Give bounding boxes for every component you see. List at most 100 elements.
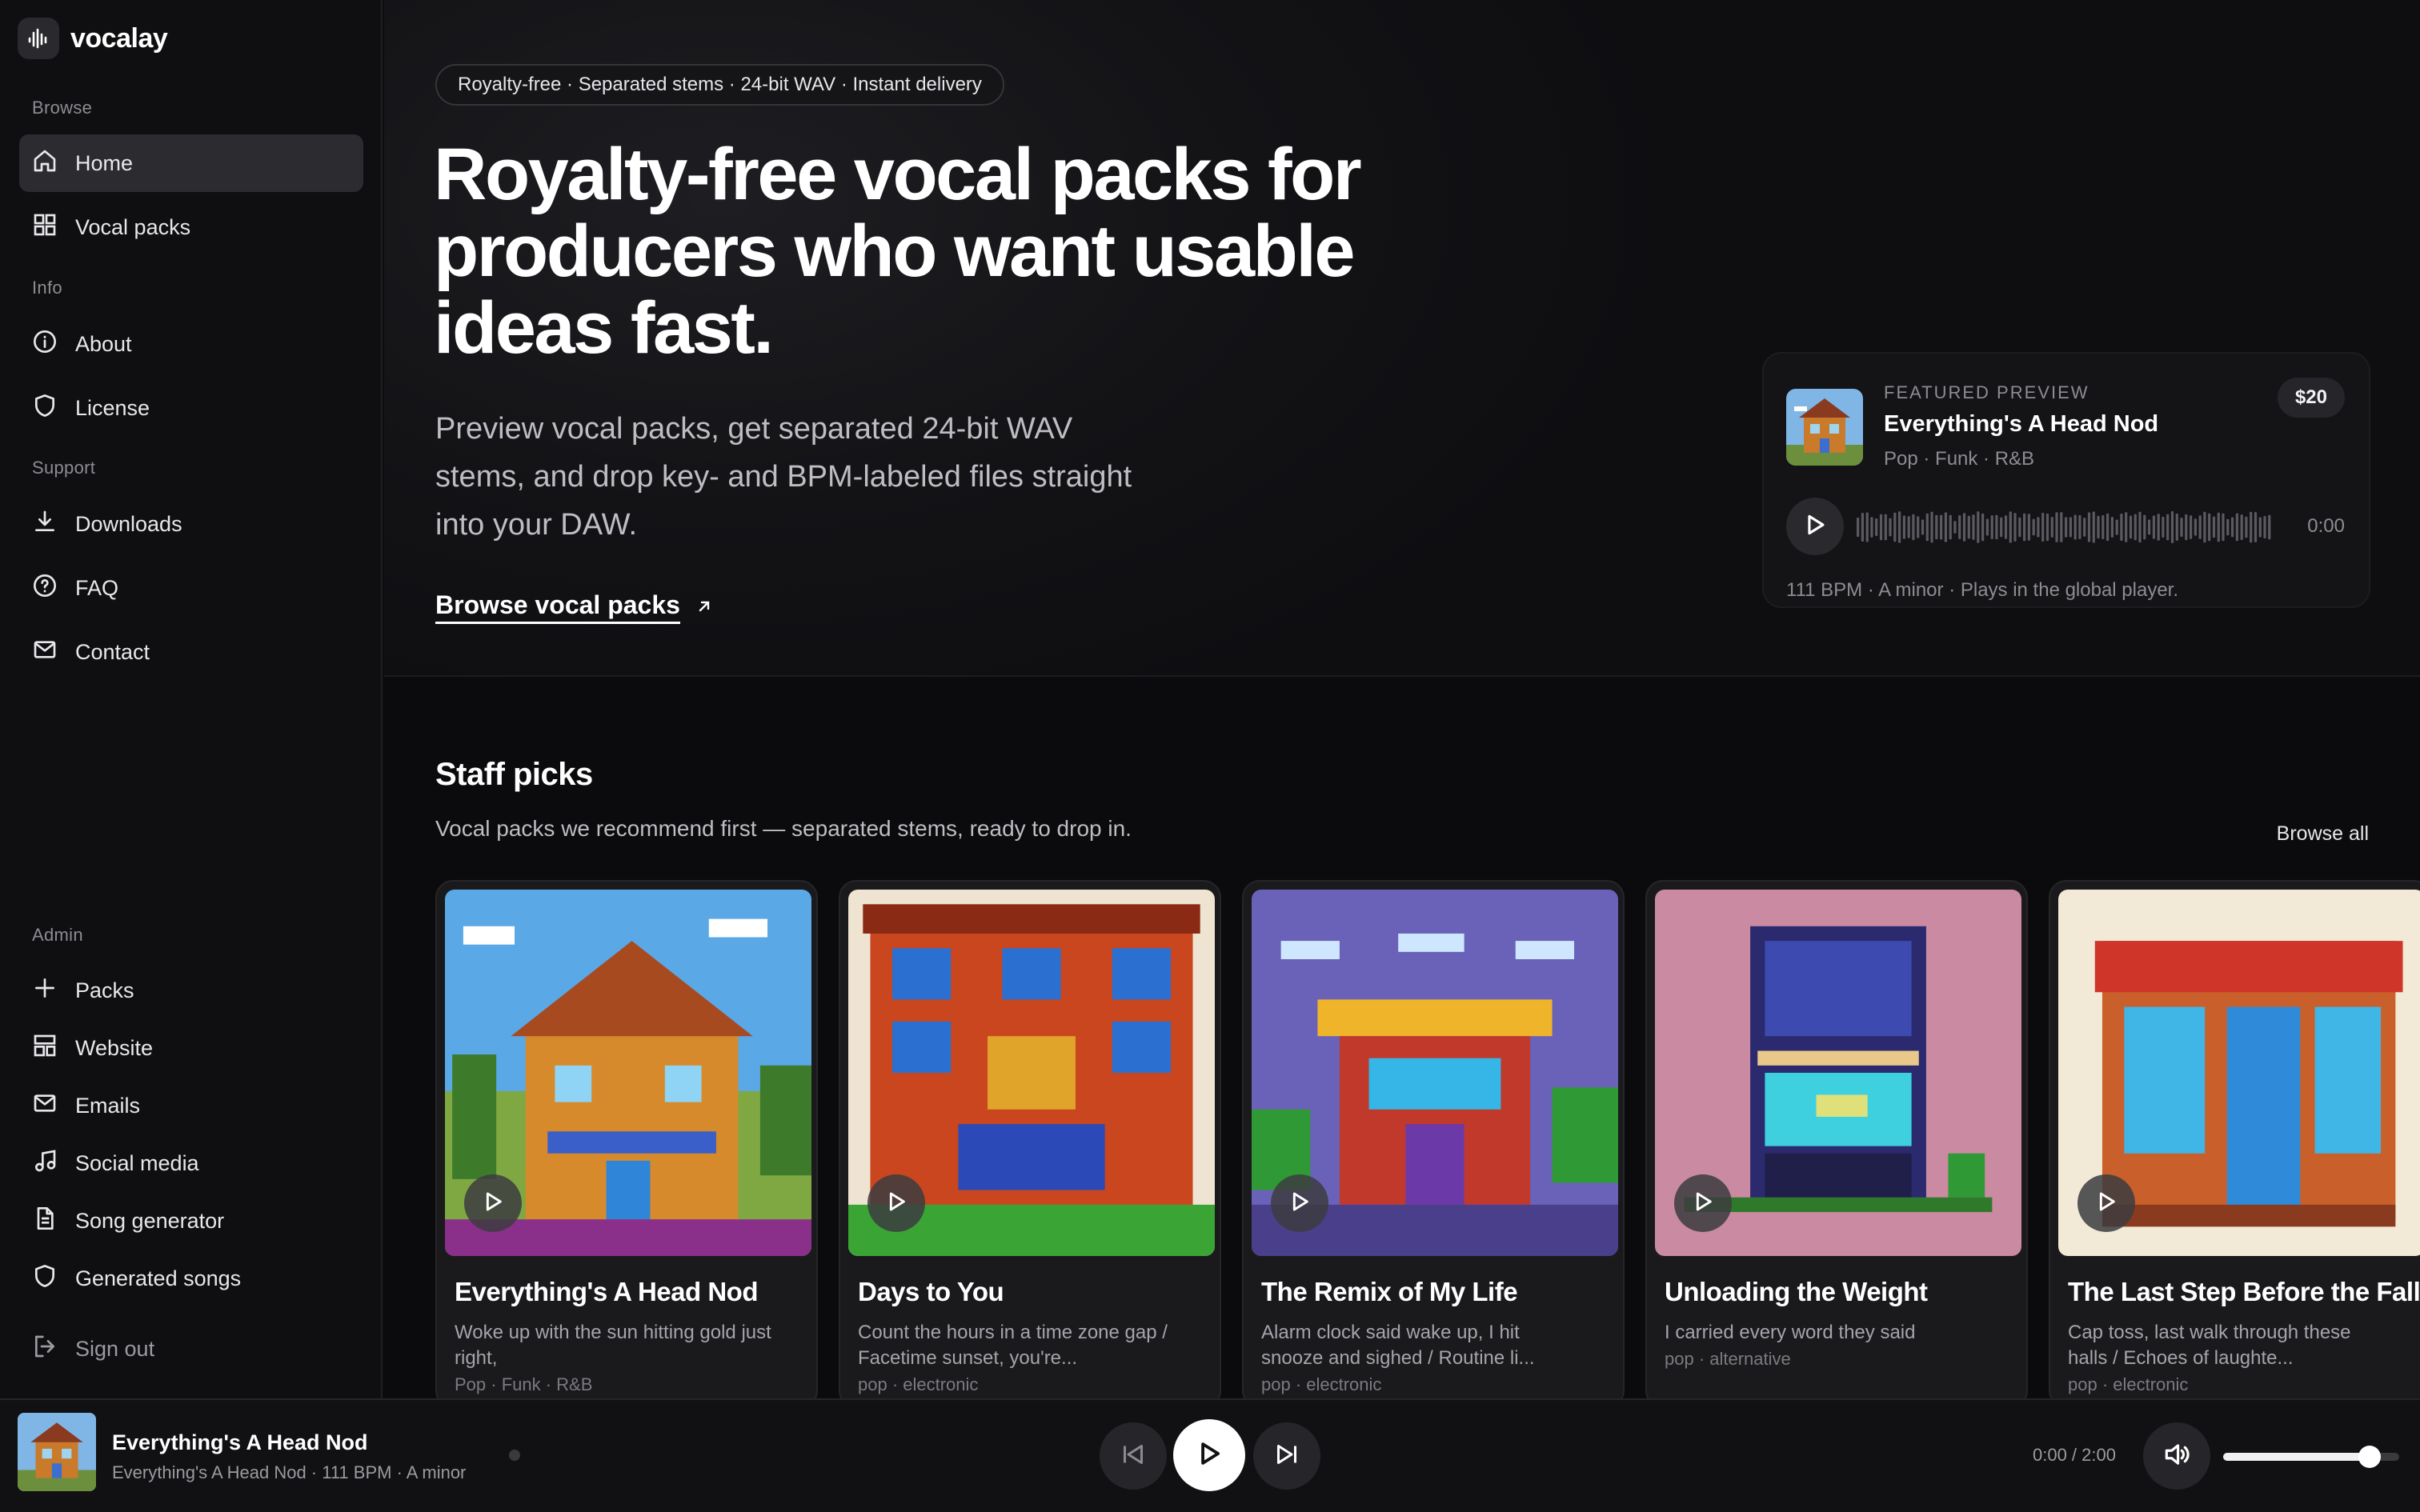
skip-forward-icon [1272,1440,1301,1473]
player-track-title: Everything's A Head Nod [112,1430,368,1454]
browse-all-link[interactable]: Browse all [2277,822,2369,846]
main-content: Royalty-free · Separated stems · 24-bit … [384,0,2420,1398]
card-description: Count the hours in a time zone gap / Fac… [858,1322,1168,1369]
sidebar-item-label: About [75,331,132,356]
play-icon [1801,511,1829,542]
play-icon [1690,1189,1716,1218]
pack-card[interactable]: Days to You Count the hours in a time zo… [839,880,1221,1398]
skip-back-icon [1119,1440,1148,1473]
arrow-up-right-icon [695,593,714,622]
sidebar-item-website[interactable]: Website [19,1019,363,1077]
play-icon [883,1189,909,1218]
logo-waveform-icon [18,18,59,59]
price-badge: $20 [2277,378,2345,418]
plus-icon [32,975,58,1006]
help-icon [32,573,58,604]
sidebar-item-vocal-packs[interactable]: Vocal packs [19,198,363,256]
sidebar-item-faq[interactable]: FAQ [19,559,363,617]
player-track-subtitle: Everything's A Head Nod · 111 BPM · A mi… [112,1462,467,1482]
card-tags: Pop · Funk · R&B [455,1374,593,1394]
info-icon [32,329,58,360]
staff-picks-subtitle: Vocal packs we recommend first — separat… [435,816,1132,841]
sidebar-item-label: Downloads [75,511,182,536]
sidebar-item-label: Social media [75,1150,199,1175]
featured-preview-card: FEATURED PREVIEW Everything's A Head Nod… [1762,352,2370,608]
pack-card[interactable]: The Remix of My Life Alarm clock said wa… [1242,880,1625,1398]
card-tags: pop · alternative [1665,1349,1791,1369]
card-play-button[interactable] [867,1174,925,1232]
sidebar-item-license[interactable]: License [19,379,363,437]
sidebar-item-downloads[interactable]: Downloads [19,495,363,553]
sidebar-item-label: Packs [75,978,134,1002]
play-icon [1287,1189,1312,1218]
sidebar-item-label: FAQ [75,575,119,600]
volume-slider-fill [2223,1453,2370,1461]
featured-meta: 111 BPM · A minor · Plays in the global … [1786,579,2179,601]
sidebar-item-label: Contact [75,639,150,664]
sidebar-item-social-media[interactable]: Social media [19,1134,363,1192]
sidebar-item-label: Song generator [75,1208,225,1233]
waveform-scrubber[interactable] [1857,509,2273,546]
section-label-support: Support [32,458,96,478]
sidebar-item-label: Vocal packs [75,214,191,239]
mail-icon [32,637,58,668]
play-pause-button[interactable] [1173,1419,1245,1491]
sidebar-item-label: Generated songs [75,1266,242,1290]
app-name: vocalay [70,22,168,54]
previous-button[interactable] [1100,1422,1167,1490]
sign-out-button[interactable]: Sign out [19,1320,363,1378]
section-label-info: Info [32,278,62,298]
card-play-button[interactable] [2077,1174,2135,1232]
sidebar-item-home[interactable]: Home [19,134,363,192]
featured-time: 0:00 [2307,515,2345,537]
logo[interactable]: vocalay [18,18,168,59]
play-icon [480,1189,506,1218]
browse-link-label: Browse vocal packs [435,590,680,624]
play-icon [1194,1438,1224,1473]
feature-pill: Royalty-free · Separated stems · 24-bit … [435,64,1004,106]
card-title: Unloading the Weight [1665,1277,1928,1306]
card-description: I carried every word they said [1665,1322,1916,1343]
card-play-button[interactable] [1674,1174,1732,1232]
shield-icon [32,393,58,424]
hero-section: Royalty-free · Separated stems · 24-bit … [384,0,2420,677]
sidebar-item-label: License [75,395,150,420]
sidebar-item-song-generator[interactable]: Song generator [19,1192,363,1250]
featured-kicker: FEATURED PREVIEW [1884,382,2089,402]
card-play-button[interactable] [464,1174,522,1232]
sign-out-label: Sign out [75,1336,155,1361]
volume-slider-handle[interactable] [2358,1446,2381,1468]
sidebar-item-packs[interactable]: Packs [19,962,363,1019]
shield-icon [32,1263,58,1294]
sidebar-item-about[interactable]: About [19,315,363,373]
featured-play-button[interactable] [1786,498,1844,555]
player-time: 0:00 / 2:00 [2033,1445,2116,1465]
sidebar-item-contact[interactable]: Contact [19,623,363,681]
sidebar-item-label: Website [75,1035,154,1060]
browse-vocal-packs-link[interactable]: Browse vocal packs [435,590,714,624]
staff-picks-title: Staff picks [435,757,593,792]
card-play-button[interactable] [1271,1174,1328,1232]
sidebar-item-generated-songs[interactable]: Generated songs [19,1250,363,1307]
pack-card[interactable]: The Last Step Before the Fall Cap toss, … [2049,880,2420,1398]
mail-icon [32,1090,58,1122]
card-tags: pop · electronic [1261,1374,1382,1394]
card-description: Cap toss, last walk through these halls … [2068,1322,2351,1369]
play-icon [2093,1189,2119,1218]
section-label-browse: Browse [32,98,93,118]
download-icon [32,509,58,540]
pack-card[interactable]: Everything's A Head Nod Woke up with the… [435,880,818,1398]
volume-button[interactable] [2143,1422,2210,1490]
volume-slider[interactable] [2223,1446,2399,1468]
card-tags: pop · electronic [2068,1374,2189,1394]
next-button[interactable] [1253,1422,1320,1490]
pack-card[interactable]: Unloading the Weight I carried every wor… [1645,880,2028,1398]
hero-subtitle: Preview vocal packs, get separated 24-bi… [435,412,1132,542]
player-cover-image [18,1413,96,1491]
featured-title: Everything's A Head Nod [1884,411,2159,437]
sidebar-item-emails[interactable]: Emails [19,1077,363,1134]
card-title: The Last Step Before the Fall [2068,1277,2420,1306]
sign-out-icon [32,1334,58,1365]
card-title: Days to You [858,1277,1004,1306]
document-icon [32,1206,58,1237]
